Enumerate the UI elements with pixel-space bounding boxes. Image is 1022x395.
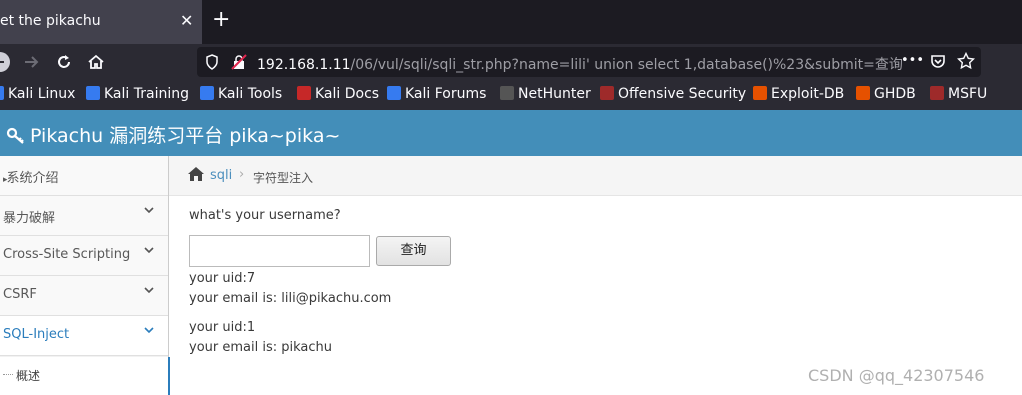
chevron-down-icon (143, 204, 155, 220)
bookmark-star-icon[interactable] (956, 51, 976, 74)
sidebar-item-sql-inject[interactable]: SQL-Inject (0, 316, 168, 356)
close-tab-icon[interactable]: ✕ (180, 11, 193, 30)
sidebar-item-label: 暴力破解 (3, 211, 56, 226)
forward-icon[interactable] (23, 44, 41, 80)
back-icon[interactable] (0, 44, 14, 80)
site-header: Pikachu 漏洞练习平台 pika~pika~ (0, 110, 1022, 156)
sidebar-item-label: CSRF (3, 287, 37, 302)
bookmark-kali-forums[interactable]: Kali Forums (387, 86, 486, 102)
bookmark-kali-training[interactable]: Kali Training (86, 86, 189, 102)
exploit-db-icon (753, 86, 767, 100)
bookmark-kali-tools[interactable]: Kali Tools (200, 86, 282, 102)
bookmark-label: GHDB (874, 86, 916, 102)
sidebar-item-text: 系统介绍 (6, 171, 59, 186)
chevron-down-icon (143, 324, 155, 340)
watermark: CSDN @qq_42307546 (808, 366, 985, 385)
bookmark-kali-linux[interactable]: Kali Linux (0, 86, 75, 102)
bookmark-kali-docs[interactable]: Kali Docs (297, 86, 379, 102)
brand-text: Pikachu 漏洞练习平台 pika~pika~ (30, 125, 341, 147)
kali-dragon-icon (200, 86, 214, 100)
bookmark-label: Kali Linux (8, 86, 76, 102)
kali-docs-icon (297, 86, 311, 100)
breadcrumb-current: 字符型注入 (253, 171, 314, 185)
pocket-icon[interactable] (930, 53, 946, 73)
bookmark-label: MSFU (948, 86, 988, 102)
sidebar-item-label: SQL-Inject (3, 327, 70, 342)
home-icon[interactable] (87, 44, 105, 80)
sidebar-item-csrf[interactable]: CSRF (0, 276, 168, 316)
result-email: your email is: lili@pikachu.com (189, 291, 392, 306)
bookmark-ghdb[interactable]: GHDB (856, 86, 916, 102)
result-uid: your uid:1 (189, 320, 256, 335)
navigation-bar: 192.168.1.11/06/vul/sqli/sqli_str.php?na… (0, 44, 1022, 80)
chevron-down-icon (143, 244, 155, 260)
sidebar-item-intro[interactable]: ▸系统介绍 (0, 156, 168, 196)
sidebar-item-brute-force[interactable]: 暴力破解 (0, 196, 168, 236)
kali-dragon-icon (387, 86, 401, 100)
chevron-right-icon: › (239, 167, 245, 182)
sidebar-subitem-label: 概述 (16, 369, 41, 383)
key-icon (6, 127, 24, 144)
bookmark-msfu[interactable]: MSFU (930, 86, 987, 102)
result-uid: your uid:7 (189, 271, 256, 286)
bookmark-label: Kali Tools (218, 86, 283, 102)
tab-title: et the pikachu (0, 13, 101, 29)
breadcrumb: sqli › 字符型注入 (169, 156, 1022, 196)
brand-title[interactable]: Pikachu 漏洞练习平台 pika~pika~ (6, 121, 340, 148)
offsec-icon (600, 86, 614, 100)
reload-icon[interactable] (55, 44, 73, 80)
sidebar: ▸系统介绍 暴力破解 Cross-Site Scripting CSRF SQL… (0, 156, 170, 395)
sidebar-item-label: ▸系统介绍 (3, 167, 59, 186)
more-actions-icon[interactable]: ••• (901, 53, 924, 68)
address-bar[interactable]: 192.168.1.11/06/vul/sqli/sqli_str.php?na… (197, 47, 981, 77)
url-path: /06/vul/sqli/sqli_str.php?name=lili' uni… (350, 57, 903, 73)
bookmark-label: Kali Training (104, 86, 189, 102)
result-email: your email is: pikachu (189, 340, 332, 355)
bookmark-label: Exploit-DB (771, 86, 845, 102)
bookmark-exploit-db[interactable]: Exploit-DB (753, 86, 844, 102)
kali-dragon-icon (0, 86, 4, 100)
sidebar-item-label: Cross-Site Scripting (3, 247, 131, 262)
shield-icon[interactable] (205, 54, 219, 74)
bookmark-label: Kali Docs (315, 86, 380, 102)
url-text[interactable]: 192.168.1.11/06/vul/sqli/sqli_str.php?na… (257, 54, 903, 74)
url-host: 192.168.1.11 (257, 57, 351, 73)
insecure-lock-icon[interactable] (231, 54, 247, 74)
bookmark-label: NetHunter (518, 86, 591, 102)
browser-tab[interactable]: et the pikachu ✕ (0, 0, 202, 44)
username-prompt: what's your username? (189, 208, 341, 223)
query-button[interactable]: 查询 (376, 236, 451, 266)
bookmark-label: Offensive Security (618, 86, 747, 102)
kali-dragon-icon (86, 86, 100, 100)
ghdb-icon (856, 86, 870, 100)
chevron-down-icon (143, 284, 155, 300)
bookmark-offensive-security[interactable]: Offensive Security (600, 86, 746, 102)
tree-dash (3, 374, 13, 375)
new-tab-icon[interactable]: + (212, 8, 230, 32)
tab-strip: et the pikachu ✕ + (0, 0, 1022, 44)
msfu-icon (930, 86, 944, 100)
home-icon[interactable] (187, 166, 205, 186)
bookmarks-toolbar: Kali Linux Kali Training Kali Tools Kali… (0, 80, 1022, 110)
sidebar-subitem-overview[interactable]: 概述 (0, 357, 170, 395)
nethunter-icon (500, 86, 514, 100)
username-input[interactable] (189, 235, 370, 267)
bookmark-nethunter[interactable]: NetHunter (500, 86, 591, 102)
sidebar-item-xss[interactable]: Cross-Site Scripting (0, 236, 168, 276)
breadcrumb-link-sqli[interactable]: sqli (210, 168, 232, 183)
bookmark-label: Kali Forums (405, 86, 487, 102)
